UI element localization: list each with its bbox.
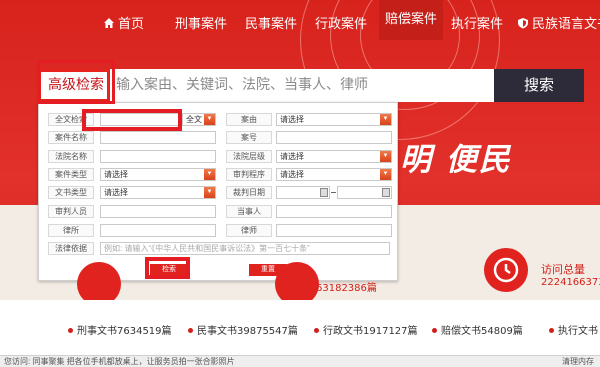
doc-type-label: 文书类型 xyxy=(48,186,94,199)
court-level-label: 法院层级 xyxy=(226,150,272,163)
search-input[interactable]: 输入案由、关键词、法院、当事人、律师 xyxy=(110,69,494,102)
judge-label: 审判人员 xyxy=(48,205,94,218)
nav-home[interactable]: 首页 xyxy=(103,13,144,32)
criminal-docs-label: 刑事文书7634519篇 xyxy=(77,326,172,337)
date-range-separator xyxy=(331,192,336,193)
nav-ethnic-language[interactable]: 民族语言文书 xyxy=(517,13,600,32)
party-label: 当事人 xyxy=(226,205,272,218)
search-bar: 高级检索▼ 输入案由、关键词、法院、当事人、律师 搜索 xyxy=(38,69,584,116)
bullet-icon xyxy=(432,328,437,333)
party-input[interactable] xyxy=(276,205,392,218)
doc-type-value: 请选择 xyxy=(104,188,128,197)
top-nav: 首页 刑事案件 民事案件 行政案件 赔偿案件 执行案件 民族语言文书 xyxy=(0,0,600,40)
administrative-docs-label: 行政文书1917127篇 xyxy=(323,326,418,337)
date-to-input[interactable] xyxy=(337,186,392,199)
law-firm-input[interactable] xyxy=(100,224,216,237)
case-number-input[interactable] xyxy=(276,131,392,144)
bullet-icon xyxy=(549,328,554,333)
nav-civil[interactable]: 民事案件 xyxy=(245,13,297,32)
case-name-input[interactable] xyxy=(100,131,216,144)
court-name-label: 法院名称 xyxy=(48,150,94,163)
case-type-value: 请选择 xyxy=(104,170,128,179)
dropdown-arrow-icon: ▼ xyxy=(204,187,215,198)
shield-icon xyxy=(518,18,528,29)
date-from-input[interactable] xyxy=(276,186,330,199)
highlight-box xyxy=(37,60,115,104)
highlight-box xyxy=(145,257,190,279)
bullet-icon xyxy=(314,328,319,333)
visit-total-title: 访问总量 xyxy=(541,263,585,276)
cause-value: 请选择 xyxy=(280,115,304,124)
home-icon xyxy=(104,18,114,28)
visit-counter-icon xyxy=(484,248,528,292)
procedure-label: 审判程序 xyxy=(226,168,272,181)
case-type-label: 案件类型 xyxy=(48,168,94,181)
judgment-date-label: 裁判日期 xyxy=(226,186,272,199)
full-text-scope-select[interactable]: 全文 ▼ xyxy=(182,113,216,126)
document-counts-bar: 刑事文书7634519篇 民事文书39875547篇 行政文书1917127篇 … xyxy=(0,300,600,355)
cause-select[interactable]: 请选择 ▼ xyxy=(276,113,392,126)
doc-type-select[interactable]: 请选择 ▼ xyxy=(100,186,216,199)
procedure-value: 请选择 xyxy=(280,170,304,179)
dropdown-arrow-icon: ▼ xyxy=(204,169,215,180)
case-name-label: 案件名称 xyxy=(48,131,94,144)
highlight-box xyxy=(82,109,182,131)
legal-basis-input[interactable]: 例如: 请输入“《中华人民共和国民事诉讼法》第一百七十条” xyxy=(100,242,390,255)
case-type-select[interactable]: 请选择 ▼ xyxy=(100,168,216,181)
nav-execution[interactable]: 执行案件 xyxy=(451,13,503,32)
compensation-docs-label: 赔偿文书54809篇 xyxy=(441,326,523,337)
browser-status-bar: 您访问: 同事聚集 把各位手机都放桌上，让服务员拍一张合影照片 清理内存 xyxy=(0,355,600,367)
legal-basis-label: 法律依据 xyxy=(48,242,94,255)
law-firm-label: 律所 xyxy=(48,224,94,237)
clock-icon xyxy=(493,257,519,283)
dropdown-arrow-icon: ▼ xyxy=(380,151,391,162)
compensation-docs-count[interactable]: 赔偿文书54809篇 xyxy=(432,322,523,337)
dropdown-arrow-icon: ▼ xyxy=(204,114,215,125)
bullet-icon xyxy=(68,328,73,333)
judge-input[interactable] xyxy=(100,205,216,218)
nav-home-label: 首页 xyxy=(118,17,145,32)
criminal-docs-count[interactable]: 刑事文书7634519篇 xyxy=(68,322,172,337)
court-level-value: 请选择 xyxy=(280,152,304,161)
lawyer-input[interactable] xyxy=(276,224,392,237)
dropdown-arrow-icon: ▼ xyxy=(380,114,391,125)
docs-total-value: 63182386篇 xyxy=(316,283,377,294)
court-level-select[interactable]: 请选择 ▼ xyxy=(276,150,392,163)
nav-ethnic-label: 民族语言文书 xyxy=(532,17,600,32)
visit-total-value: 2224166373 xyxy=(541,277,600,288)
cause-label: 案由 xyxy=(226,113,272,126)
clear-memory-button[interactable]: 清理内存 xyxy=(562,356,594,367)
case-number-label: 案号 xyxy=(226,131,272,144)
nav-administrative[interactable]: 行政案件 xyxy=(315,13,367,32)
execution-docs-count[interactable]: 执行文书 xyxy=(549,322,598,337)
full-text-scope-value: 全文 xyxy=(186,115,202,124)
lawyer-label: 律师 xyxy=(226,224,272,237)
search-button[interactable]: 搜索 xyxy=(494,69,584,102)
procedure-select[interactable]: 请选择 ▼ xyxy=(276,168,392,181)
civil-docs-count[interactable]: 民事文书39875547篇 xyxy=(188,322,298,337)
calendar-icon xyxy=(320,188,328,197)
status-text: 您访问: 同事聚集 把各位手机都放桌上，让服务员拍一张合影照片 xyxy=(4,357,235,366)
execution-docs-label: 执行文书 xyxy=(558,326,598,337)
nav-criminal[interactable]: 刑事案件 xyxy=(175,13,227,32)
dropdown-arrow-icon: ▼ xyxy=(380,169,391,180)
banner-slogan: 明 便民 xyxy=(400,142,512,178)
civil-docs-label: 民事文书39875547篇 xyxy=(197,326,298,337)
bullet-icon xyxy=(188,328,193,333)
calendar-icon xyxy=(382,188,390,197)
administrative-docs-count[interactable]: 行政文书1917127篇 xyxy=(314,322,418,337)
nav-compensation[interactable]: 赔偿案件 xyxy=(379,0,444,40)
court-name-input[interactable] xyxy=(100,150,216,163)
